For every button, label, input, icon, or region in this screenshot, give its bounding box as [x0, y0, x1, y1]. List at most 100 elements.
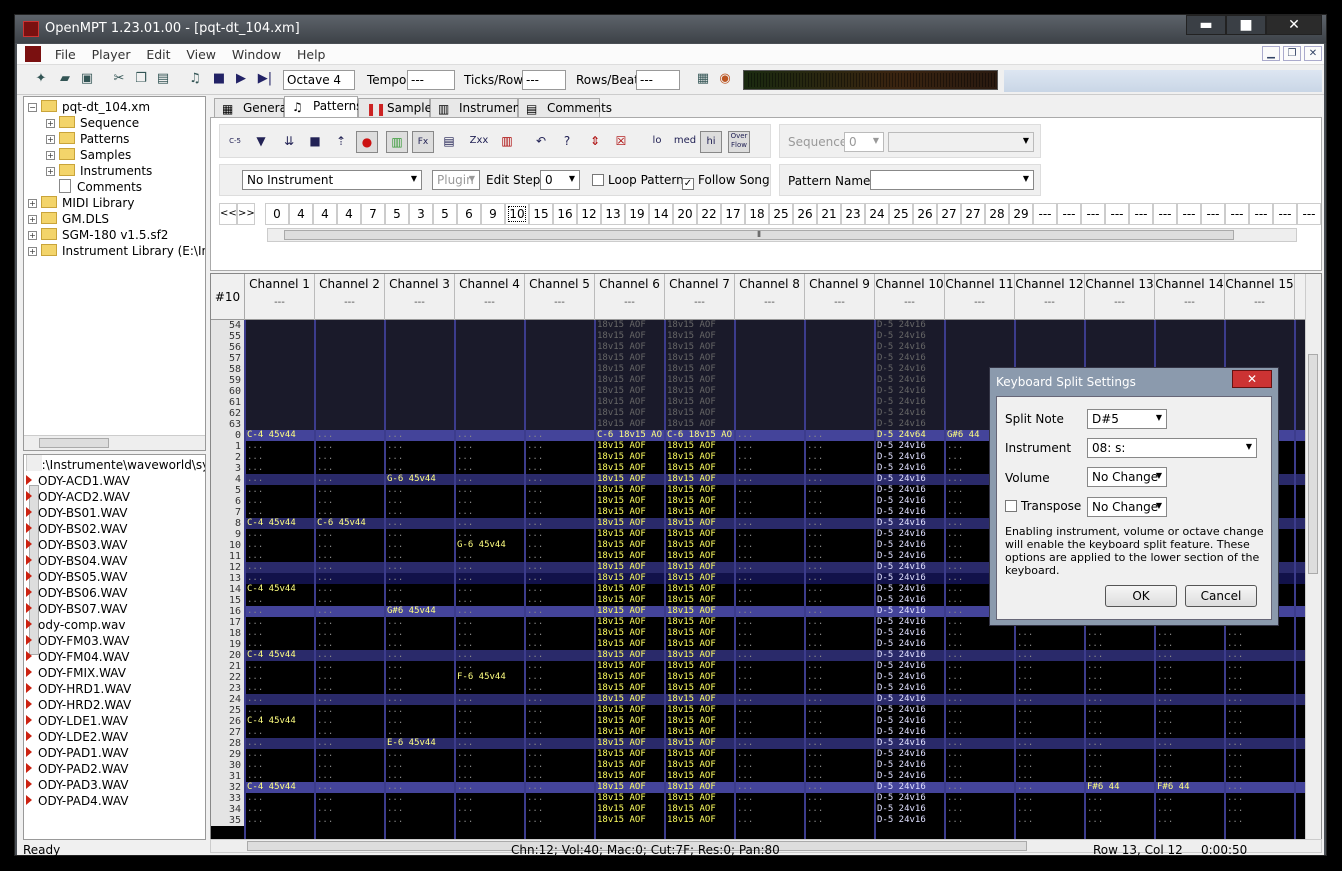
pattern-cell[interactable]: 18v15 AOF: [597, 507, 663, 518]
pattern-cell[interactable]: ...: [1227, 749, 1293, 760]
pattern-cell[interactable]: D-5 24v16: [877, 694, 943, 705]
pattern-cell[interactable]: ...: [387, 694, 453, 705]
pattern-cell[interactable]: ...: [807, 650, 873, 661]
pattern-cell[interactable]: ...: [807, 705, 873, 716]
pattern-cell[interactable]: ...: [247, 452, 313, 463]
pattern-cell[interactable]: G-6 45v44: [387, 474, 453, 485]
pattern-cell[interactable]: 18v15 AOF: [667, 815, 733, 826]
pattern-cell[interactable]: 18v15 AOF: [667, 386, 733, 397]
pattern-cell[interactable]: ...: [527, 672, 593, 683]
pattern-cell[interactable]: ...: [457, 804, 523, 815]
pattern-cell[interactable]: ...: [387, 727, 453, 738]
pattern-cell[interactable]: ...: [737, 815, 803, 826]
pattern-cell[interactable]: 18v15 AOF: [667, 408, 733, 419]
pattern-cell[interactable]: D-5 24v16: [877, 397, 943, 408]
pattern-cell[interactable]: ...: [947, 727, 1013, 738]
pattern-cell[interactable]: ...: [527, 595, 593, 606]
lo-button[interactable]: lo: [646, 131, 668, 153]
pattern-cell[interactable]: ...: [737, 617, 803, 628]
pattern-cell[interactable]: 18v15 AOF: [667, 793, 733, 804]
tree-item-midi-library[interactable]: MIDI Library: [62, 196, 134, 210]
zxx-button[interactable]: Zxx: [468, 131, 490, 153]
pattern-cell[interactable]: ...: [457, 507, 523, 518]
pattern-cell[interactable]: 18v15 AOF: [667, 705, 733, 716]
sequence-name[interactable]: [888, 132, 1034, 152]
pattern-cell[interactable]: 18v15 AOF: [597, 397, 663, 408]
pattern-cell[interactable]: 18v15 AOF: [597, 716, 663, 727]
pattern-cell[interactable]: ...: [807, 793, 873, 804]
pattern-cell[interactable]: ...: [737, 628, 803, 639]
pattern-cell[interactable]: ...: [317, 474, 383, 485]
pattern-cell[interactable]: ...: [807, 661, 873, 672]
order-item[interactable]: 4: [313, 203, 337, 225]
loop-pattern-checkbox[interactable]: [592, 174, 604, 186]
pattern-cell[interactable]: 18v15 AOF: [667, 452, 733, 463]
pattern-cell[interactable]: ...: [387, 782, 453, 793]
pattern-cell[interactable]: ...: [1227, 760, 1293, 771]
order-next-button[interactable]: >>: [237, 203, 255, 225]
pattern-cell[interactable]: ...: [457, 760, 523, 771]
order-item[interactable]: 17: [721, 203, 745, 225]
tree-item-instruments[interactable]: Instruments: [80, 164, 152, 178]
pattern-cell[interactable]: ...: [317, 782, 383, 793]
pattern-cell[interactable]: ...: [387, 683, 453, 694]
order-item[interactable]: ---: [1297, 203, 1321, 225]
pattern-cell[interactable]: ...: [527, 430, 593, 441]
pattern-cell[interactable]: ...: [317, 804, 383, 815]
order-item[interactable]: ---: [1081, 203, 1105, 225]
pattern-cell[interactable]: ...: [1087, 749, 1153, 760]
pattern-cell[interactable]: D-5 24v16: [877, 540, 943, 551]
pattern-cell[interactable]: F#6 44: [1087, 782, 1153, 793]
pattern-cell[interactable]: ...: [457, 793, 523, 804]
file-item[interactable]: ODY-BS03.WAV: [26, 537, 127, 553]
order-item[interactable]: ---: [1129, 203, 1153, 225]
pattern-cell[interactable]: ...: [1227, 716, 1293, 727]
pattern-cell[interactable]: ...: [317, 639, 383, 650]
pattern-cell[interactable]: ...: [527, 815, 593, 826]
pattern-cell[interactable]: ...: [1017, 672, 1083, 683]
pattern-cell[interactable]: 18v15 AOF: [667, 375, 733, 386]
pattern-cell[interactable]: ...: [1017, 628, 1083, 639]
menu-file[interactable]: File: [49, 44, 82, 65]
pattern-cell[interactable]: ...: [527, 716, 593, 727]
pattern-cell[interactable]: ...: [737, 595, 803, 606]
pattern-vscroll[interactable]: [1305, 274, 1321, 840]
pattern-cell[interactable]: D-5 24v16: [877, 485, 943, 496]
pattern-cell[interactable]: 18v15 AOF: [597, 683, 663, 694]
tree-root[interactable]: pqt-dt_104.xm: [62, 100, 150, 114]
tab-comments[interactable]: ▤ Comments: [518, 98, 612, 118]
order-item[interactable]: 25: [889, 203, 913, 225]
order-item[interactable]: 20: [673, 203, 697, 225]
pattern-cell[interactable]: F-6 45v44: [457, 672, 523, 683]
paste-icon[interactable]: ▤: [153, 71, 173, 89]
pattern-cell[interactable]: ...: [737, 540, 803, 551]
pattern-cell[interactable]: E-6 45v44: [387, 738, 453, 749]
pattern-cell[interactable]: ...: [247, 485, 313, 496]
order-item[interactable]: ---: [1177, 203, 1201, 225]
pattern-cell[interactable]: ...: [807, 804, 873, 815]
pattern-cell[interactable]: ...: [247, 771, 313, 782]
pattern-cell[interactable]: ...: [317, 496, 383, 507]
tab-general[interactable]: ▦ General: [214, 98, 290, 118]
file-vscroll[interactable]: [26, 455, 42, 655]
pattern-cell[interactable]: ...: [947, 639, 1013, 650]
pattern-cell[interactable]: ...: [947, 749, 1013, 760]
channel-header[interactable]: Channel 2 ---: [315, 274, 385, 320]
pattern-cell[interactable]: ...: [1087, 738, 1153, 749]
pattern-cell[interactable]: ...: [457, 551, 523, 562]
menu-help[interactable]: Help: [291, 44, 332, 65]
pattern-cell[interactable]: ...: [807, 452, 873, 463]
pattern-cell[interactable]: 18v15 AOF: [597, 584, 663, 595]
order-item[interactable]: 28: [985, 203, 1009, 225]
pattern-cell[interactable]: D-5 24v16: [877, 331, 943, 342]
pattern-cell[interactable]: D-5 24v16: [877, 364, 943, 375]
file-item[interactable]: ODY-FM03.WAV: [26, 633, 129, 649]
dialog-close-button[interactable]: ✕: [1232, 370, 1272, 388]
tree-hscroll[interactable]: [24, 435, 205, 450]
pattern-cell[interactable]: ...: [527, 705, 593, 716]
pattern-cell[interactable]: ...: [947, 804, 1013, 815]
pattern-cell[interactable]: 18v15 AOF: [597, 760, 663, 771]
pattern-cell[interactable]: D-5 24v16: [877, 628, 943, 639]
pattern-cell[interactable]: ...: [387, 628, 453, 639]
pattern-cell[interactable]: ...: [1017, 716, 1083, 727]
